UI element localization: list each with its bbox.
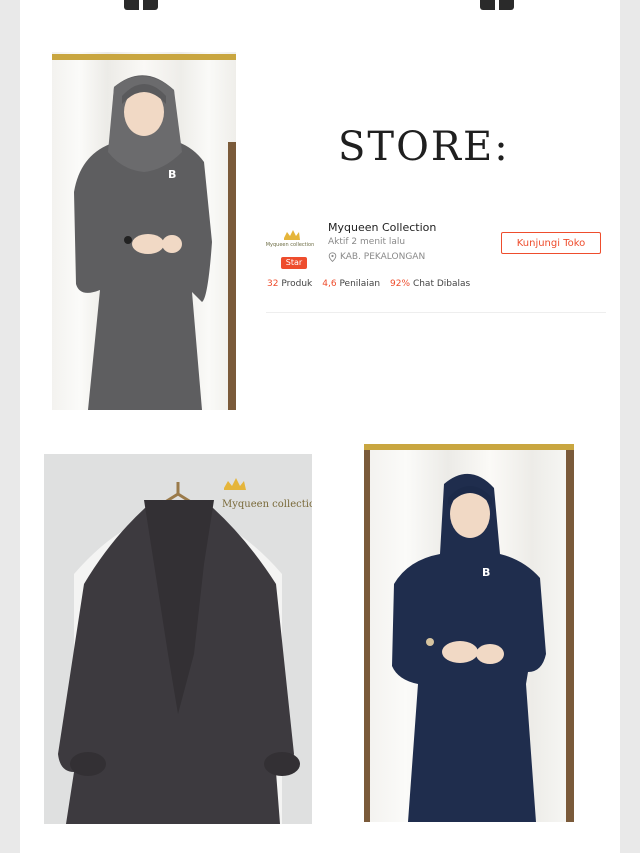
product-photo-gray[interactable]: B: [52, 52, 236, 410]
content-page: B STORE: Myqueen collection Star Myqueen…: [20, 0, 620, 853]
visit-shop-button[interactable]: Kunjungi Toko: [501, 232, 601, 254]
dark-outfit-hanger-image: Myqueen collection: [44, 454, 312, 824]
binder-clip-left: [124, 0, 158, 10]
gray-outfit-image: B: [52, 52, 236, 410]
badge-letter-navy: B: [482, 566, 490, 579]
product-photo-hanger[interactable]: Myqueen collection: [44, 454, 312, 824]
shop-name[interactable]: Myqueen Collection: [328, 221, 436, 234]
shop-stats: 32 Produk 4,6 Penilaian 92% Chat Dibalas: [267, 279, 470, 289]
hanger-watermark: Myqueen collection: [222, 499, 312, 510]
stat-products: 32 Produk: [267, 279, 313, 289]
shop-location: KAB. PEKALONGAN: [328, 252, 425, 262]
store-heading: STORE:: [338, 124, 510, 170]
product-photo-navy[interactable]: B: [364, 444, 574, 822]
badge-letter: B: [168, 168, 176, 181]
location-pin-icon: [328, 252, 337, 262]
binder-clip-right: [480, 0, 514, 10]
logo-text: Myqueen collection: [265, 242, 315, 248]
stat-chat-reply: 92% Chat Dibalas: [390, 279, 471, 289]
shop-card-divider: [266, 312, 606, 313]
location-text: KAB. PEKALONGAN: [340, 252, 426, 262]
navy-outfit-image: B: [364, 444, 574, 822]
stat-rating: 4,6 Penilaian: [322, 279, 381, 289]
shop-active-status: Aktif 2 menit lalu: [328, 237, 406, 247]
star-seller-badge: Star: [281, 257, 307, 269]
